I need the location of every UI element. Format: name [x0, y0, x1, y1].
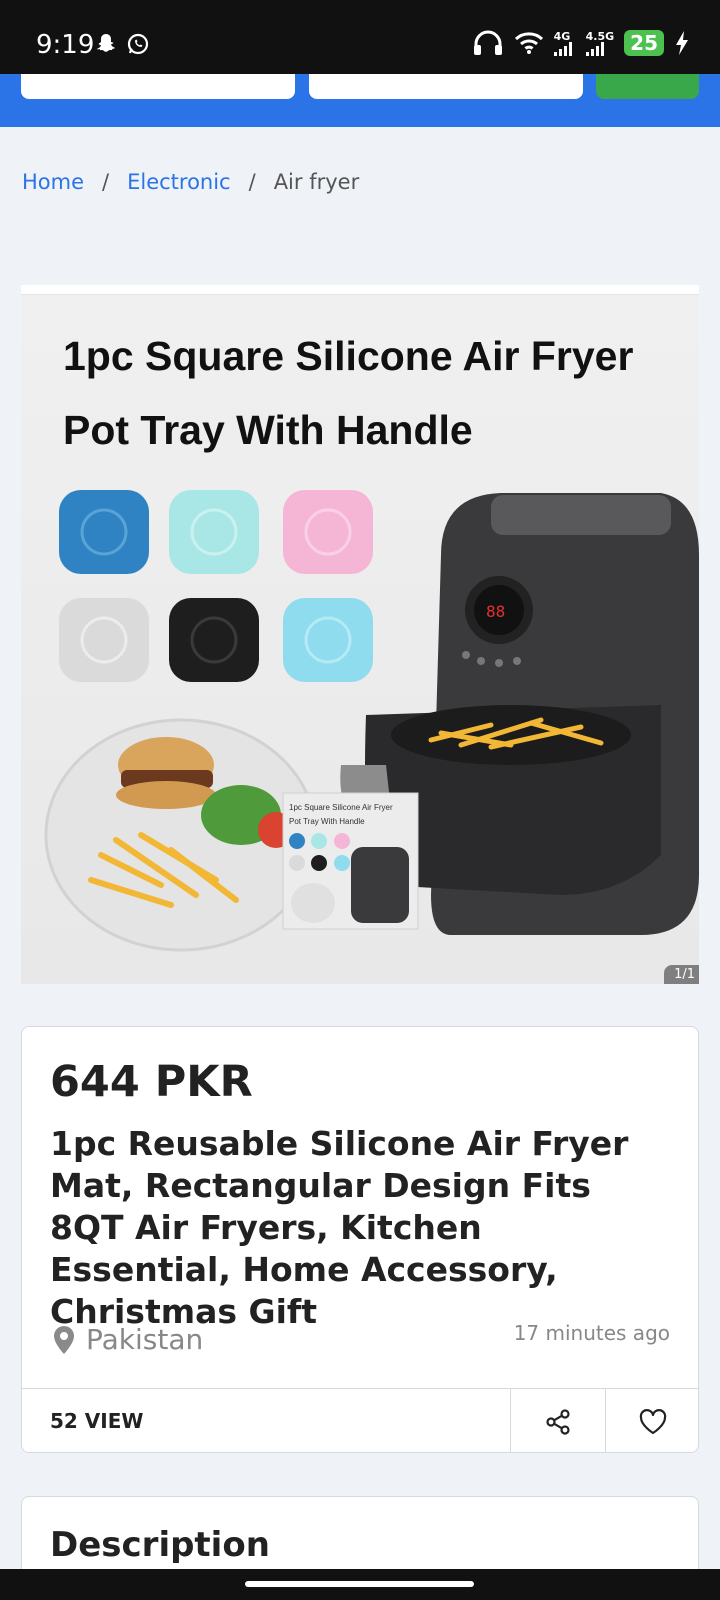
- breadcrumb-category-link[interactable]: Electronic: [127, 170, 231, 194]
- notification-icons: [94, 32, 150, 56]
- svg-text:88: 88: [486, 602, 505, 621]
- system-nav-bar: [0, 1569, 720, 1600]
- tray-pink: [283, 490, 373, 574]
- share-icon: [546, 1408, 570, 1435]
- snapchat-icon: [97, 34, 115, 52]
- product-image-gallery[interactable]: 1pc Square Silicone Air Fryer Pot Tray W…: [21, 285, 699, 984]
- tray-aqua: [283, 598, 373, 682]
- breadcrumb-separator: /: [102, 170, 110, 194]
- image-counter: 1/1: [664, 965, 699, 984]
- status-time: 9:19: [36, 30, 95, 60]
- card-footer: 52 VIEW: [22, 1388, 698, 1452]
- location-input[interactable]: [309, 74, 583, 99]
- headphones-icon: [473, 30, 502, 55]
- tray-mint: [169, 490, 259, 574]
- network-label-2: 4.5G: [585, 29, 615, 43]
- favorite-button[interactable]: [605, 1389, 698, 1452]
- tray-blue: [59, 490, 149, 574]
- breadcrumb: Home / Electronic / Air fryer: [22, 170, 359, 194]
- search-input[interactable]: [21, 74, 295, 99]
- location-text: Pakistan: [86, 1323, 204, 1356]
- posted-time: 17 minutes ago: [513, 1321, 670, 1345]
- signal-1: 4G: [553, 29, 576, 56]
- tray-grey: [59, 598, 149, 682]
- breadcrumb-separator: /: [248, 170, 256, 194]
- location: Pakistan: [52, 1323, 203, 1356]
- gallery-top-edge: [21, 285, 699, 295]
- signal-bars-icon: [585, 41, 604, 56]
- share-button[interactable]: [510, 1389, 605, 1452]
- heart-icon: [639, 1408, 667, 1434]
- price: 644 PKR: [50, 1057, 253, 1107]
- food-plate: [44, 718, 318, 952]
- network-label-1: 4G: [553, 29, 571, 43]
- listing-card: 644 PKR 1pc Reusable Silicone Air Fryer …: [21, 1026, 699, 1453]
- wifi-icon: [514, 32, 543, 54]
- product-title: 1pc Reusable Silicone Air Fryer Mat, Rec…: [50, 1124, 629, 1331]
- search-header: [0, 74, 720, 127]
- battery-level: 25: [624, 30, 664, 56]
- signal-bars-icon: [553, 41, 572, 56]
- system-icons: 4G 4.5G 25: [472, 30, 690, 56]
- thumb-title-line-2: Pot Tray With Handle: [289, 817, 365, 826]
- image-thumbnail[interactable]: 1pc Square Silicone Air Fryer Pot Tray W…: [282, 792, 419, 930]
- product-illustration: 88 1pc Square Silicone Air Fryer Pot Tra…: [44, 490, 699, 952]
- whatsapp-icon: [127, 33, 149, 55]
- map-pin-icon: [54, 1325, 74, 1354]
- signal-2: 4.5G: [585, 29, 615, 56]
- breadcrumb-current: Air fryer: [273, 170, 360, 194]
- tray-black: [169, 598, 259, 682]
- breadcrumb-home-link[interactable]: Home: [22, 170, 84, 194]
- charging-icon: [676, 31, 688, 55]
- product-image[interactable]: 1pc Square Silicone Air Fryer Pot Tray W…: [21, 295, 699, 984]
- search-button[interactable]: [596, 74, 699, 99]
- view-count: 52 VIEW: [50, 1409, 144, 1433]
- description-heading: Description: [50, 1525, 270, 1565]
- thumb-title-line-1: 1pc Square Silicone Air Fryer: [289, 803, 393, 812]
- home-gesture-handle[interactable]: [245, 1581, 474, 1587]
